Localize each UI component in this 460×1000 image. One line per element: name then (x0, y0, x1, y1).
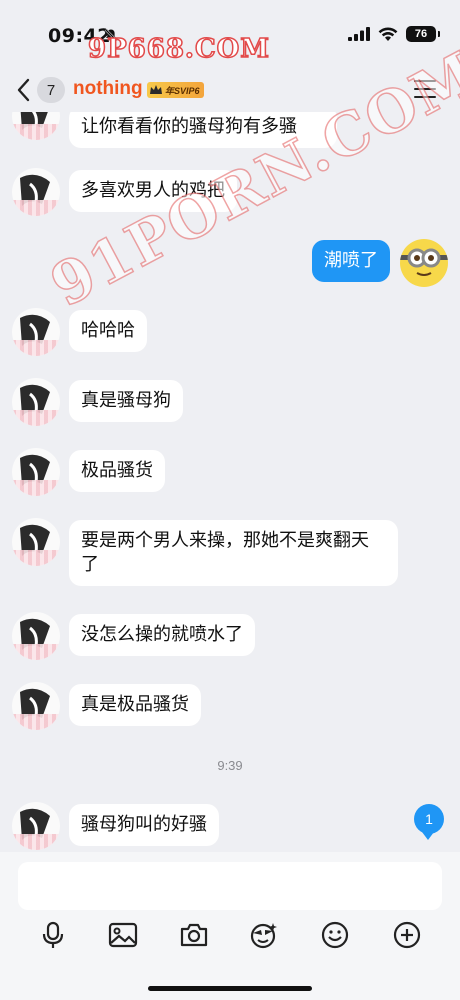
message-bubble[interactable]: 让你看看你的骚母狗有多骚 (69, 112, 337, 148)
menu-button[interactable] (414, 80, 436, 98)
time-separator: 9:39 (217, 758, 243, 773)
self-avatar-minion[interactable] (400, 239, 448, 287)
contact-avatar[interactable] (12, 112, 60, 140)
contact-avatar[interactable] (12, 802, 60, 850)
camera-button[interactable] (177, 918, 211, 952)
home-indicator (148, 986, 312, 991)
voice-button[interactable] (36, 918, 70, 952)
vip-label: 年SVIP6 (165, 85, 200, 96)
chat-header: 7 nothing 年SVIP6 (0, 68, 460, 112)
message-input[interactable] (18, 862, 442, 910)
contact-avatar[interactable] (12, 682, 60, 730)
contact-avatar[interactable] (12, 518, 60, 566)
contact-avatar[interactable] (12, 308, 60, 356)
message-bubble[interactable]: 没怎么操的就喷水了 (69, 614, 255, 656)
message-bubble[interactable]: 哈哈哈 (69, 310, 147, 352)
emoji-icon (321, 921, 349, 949)
contact-avatar[interactable] (12, 612, 60, 660)
contact-avatar[interactable] (12, 448, 60, 496)
image-icon (108, 922, 138, 948)
menu-line-3 (414, 96, 436, 98)
vip-badge: 年SVIP6 (147, 82, 204, 98)
message-bubble[interactable]: 真是极品骚货 (69, 684, 201, 726)
cellular-signal-icon (348, 27, 370, 41)
back-chevron-icon[interactable] (14, 76, 34, 104)
add-icon (393, 921, 421, 949)
menu-line-2 (414, 88, 436, 90)
emoji-button[interactable] (318, 918, 352, 952)
menu-line-1 (414, 80, 436, 82)
contact-avatar[interactable] (12, 168, 60, 216)
unread-count-badge[interactable]: 7 (37, 77, 65, 103)
contact-name[interactable]: nothing (73, 78, 143, 100)
vip-crown-icon (150, 85, 162, 94)
sticker-button[interactable] (247, 918, 281, 952)
message-bubble-self[interactable]: 潮喷了 (312, 240, 390, 282)
new-message-badge[interactable]: 1 (414, 804, 444, 840)
contact-avatar[interactable] (12, 378, 60, 426)
input-panel (0, 852, 460, 1000)
battery-indicator: 76 (406, 26, 436, 42)
watermark-top: 9P668.COM (87, 33, 271, 65)
image-button[interactable] (106, 918, 140, 952)
message-bubble[interactable]: 真是骚母狗 (69, 380, 183, 422)
battery-tip (438, 31, 440, 37)
message-bubble[interactable]: 极品骚货 (69, 450, 165, 492)
message-bubble[interactable]: 多喜欢男人的鸡把 (69, 170, 237, 212)
sticker-icon (250, 923, 277, 949)
message-bubble[interactable]: 要是两个男人来操，那她不是爽翻天了 (69, 520, 398, 586)
message-bubble[interactable]: 骚母狗叫的好骚 (69, 804, 219, 846)
message-list[interactable]: 让你看看你的骚母狗有多骚 多喜欢男人的鸡把 潮喷了 哈哈哈 真是骚母狗 极品骚货 (0, 112, 460, 852)
camera-icon (180, 923, 208, 947)
wifi-icon (378, 27, 398, 41)
microphone-icon (42, 921, 64, 948)
input-toolbar (0, 918, 460, 954)
add-button[interactable] (390, 918, 424, 952)
